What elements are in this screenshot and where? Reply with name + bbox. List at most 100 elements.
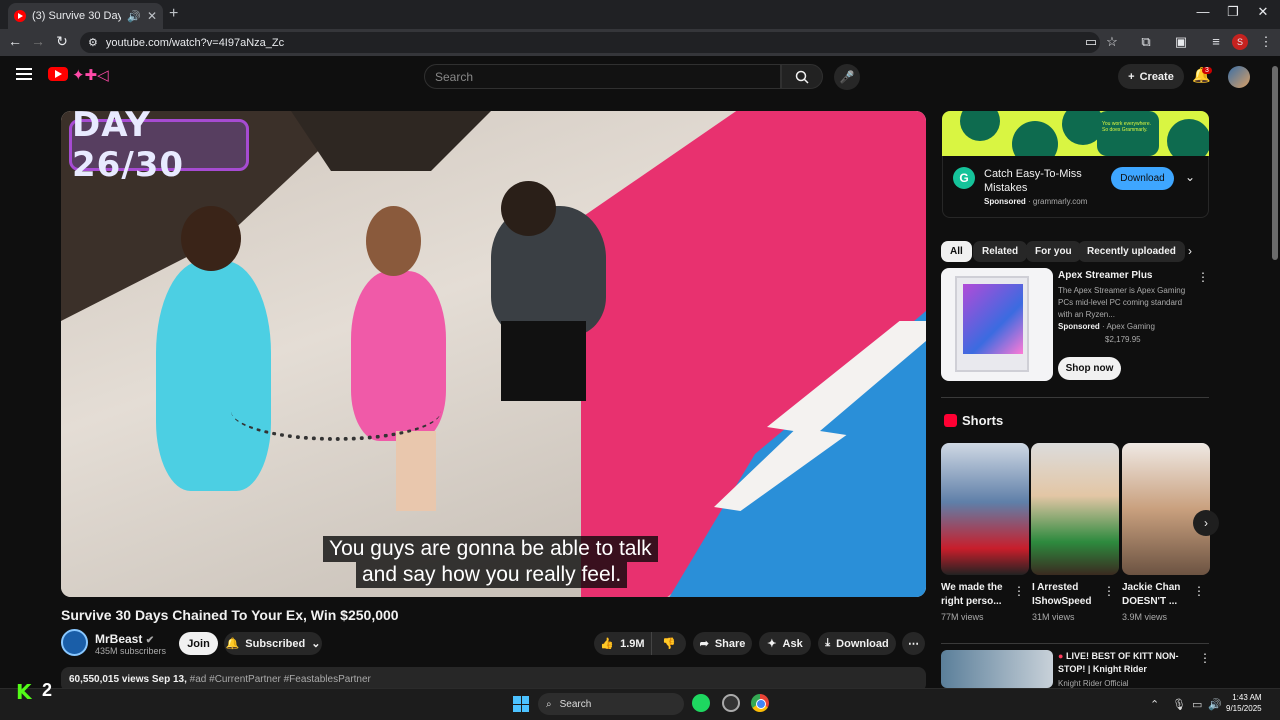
live-dot-icon: ● [1058, 651, 1064, 661]
extensions-icon[interactable]: ⧉ [1137, 34, 1155, 50]
volume-icon[interactable]: 🔊 [1208, 698, 1222, 711]
chip-for-you[interactable]: For you [1026, 241, 1081, 262]
chip-recently-uploaded[interactable]: Recently uploaded [1078, 241, 1185, 262]
tab-title: (3) Survive 30 Days Chained [32, 10, 122, 22]
video-frame-person [156, 261, 271, 491]
cast-icon[interactable]: ▭ [1082, 34, 1100, 50]
windows-start-icon[interactable] [513, 696, 529, 712]
address-bar[interactable]: ⚙ youtube.com/watch?v=4I97aNza_Zc [80, 32, 1100, 53]
account-avatar[interactable] [1228, 66, 1250, 88]
ad-banner-shape [960, 111, 1000, 141]
search-icon: ⌕ [546, 698, 552, 710]
channel-name[interactable]: MrBeast ✔ [95, 632, 154, 646]
grammarly-logo-icon[interactable]: G [953, 167, 975, 189]
voice-search-button[interactable]: 🎤 [834, 64, 860, 90]
video-frame-chain [231, 381, 441, 441]
live-video-title[interactable]: ● LIVE! BEST OF KITT NON-STOP! | Knight … [1058, 650, 1188, 676]
taskbar-search-label: Search [559, 698, 592, 710]
short-views: 31M views [1032, 612, 1075, 622]
audio-playing-icon[interactable]: 🔊 [127, 10, 141, 23]
video-player[interactable]: DAY 26/30 You guys are gonna be able to … [61, 111, 926, 597]
more-options-icon[interactable]: ⋮ [1199, 651, 1211, 665]
new-tab-button[interactable]: + [169, 5, 178, 23]
spotify-icon[interactable] [692, 694, 710, 712]
restore-icon[interactable]: ❐ [1218, 4, 1248, 20]
short-thumbnail[interactable] [941, 443, 1029, 575]
subscribed-button[interactable]: 🔔 Subscribed ⌄ [224, 632, 322, 655]
plus-icon: + [1128, 70, 1135, 83]
profile-avatar-icon[interactable]: S [1232, 34, 1248, 50]
more-options-icon[interactable]: ⋮ [1193, 584, 1205, 598]
search-button[interactable] [781, 64, 823, 89]
short-title[interactable]: Jackie Chan DOESN'T ... [1122, 581, 1190, 609]
search-input[interactable]: Search [424, 64, 781, 89]
minimize-icon[interactable]: — [1188, 4, 1218, 19]
video-frame-head [181, 206, 241, 271]
ad-banner-text: You work everywhere. So does Grammarly. [1097, 111, 1159, 156]
download-button[interactable]: ⤓ Download [818, 632, 896, 655]
ad-banner-shape [1012, 121, 1058, 156]
chip-related[interactable]: Related [973, 241, 1028, 262]
dislike-button[interactable]: 👎 [652, 632, 686, 655]
chrome-icon[interactable] [751, 694, 769, 712]
ad-title[interactable]: Catch Easy-To-Miss Mistakes [984, 167, 1104, 195]
taskbar-clock[interactable]: 1:43 AM 9/15/2025 [1226, 692, 1262, 714]
product-image[interactable] [941, 268, 1053, 381]
short-views: 3.9M views [1122, 612, 1168, 622]
short-thumbnail[interactable] [1122, 443, 1210, 575]
divider [941, 643, 1209, 644]
reading-list-icon[interactable]: ≡ [1207, 34, 1225, 49]
forward-icon[interactable]: → [28, 33, 48, 49]
obs-icon[interactable] [722, 694, 740, 712]
ad-banner-image[interactable]: You work everywhere. So does Grammarly. [942, 111, 1209, 156]
site-info-icon[interactable]: ⚙ [88, 36, 98, 49]
youtube-logo-icon[interactable] [48, 67, 68, 81]
view-count: 60,550,015 views [69, 674, 150, 685]
like-button[interactable]: 👍 1.9M [594, 632, 652, 655]
taskbar-search[interactable]: ⌕ Search [538, 693, 684, 715]
chevron-down-icon[interactable]: ⌄ [1185, 170, 1195, 184]
tab-close-icon[interactable]: ✕ [147, 9, 157, 23]
shorts-next-icon[interactable]: › [1193, 510, 1219, 536]
create-button[interactable]: + Create [1118, 64, 1184, 89]
window-close-icon[interactable]: ✕ [1248, 4, 1278, 20]
ad-download-button[interactable]: Download [1111, 167, 1174, 190]
ad-meta: Sponsored · grammarly.com [984, 197, 1088, 206]
more-options-icon[interactable]: ⋮ [1013, 584, 1025, 598]
short-thumbnail[interactable] [1031, 443, 1119, 575]
chevron-right-icon[interactable]: › [1188, 244, 1192, 258]
side-panel-icon[interactable]: ▣ [1172, 34, 1190, 50]
ask-button[interactable]: ✦ Ask [759, 632, 811, 655]
back-icon[interactable]: ← [5, 33, 25, 49]
more-options-icon[interactable]: ⋮ [1197, 270, 1209, 284]
more-actions-icon[interactable]: ⋯ [902, 632, 925, 655]
download-icon: ⤓ [825, 637, 831, 649]
scrollbar-thumb[interactable] [1272, 66, 1278, 260]
microphone-tray-icon[interactable]: 🎙 [1172, 698, 1186, 711]
sparkle-icon: ✦ [767, 638, 777, 650]
menu-icon[interactable] [16, 68, 32, 80]
chip-all[interactable]: All [941, 241, 972, 262]
ad-domain: grammarly.com [1032, 197, 1088, 206]
tray-overflow-icon[interactable]: ⌃ [1150, 698, 1159, 711]
share-button[interactable]: ➦ Share [693, 632, 752, 655]
short-title[interactable]: I Arrested IShowSpeed [1032, 581, 1100, 609]
bell-icon: 🔔 [225, 638, 240, 650]
product-title[interactable]: Apex Streamer Plus [1058, 270, 1153, 281]
shop-now-button[interactable]: Shop now [1058, 357, 1121, 380]
subscriber-count: 435M subscribers [95, 646, 167, 656]
network-icon[interactable]: ▭ [1192, 698, 1202, 711]
reload-icon[interactable]: ↻ [52, 33, 72, 50]
join-button[interactable]: Join [179, 632, 218, 655]
live-thumbnail[interactable] [941, 650, 1053, 688]
more-options-icon[interactable]: ⋮ [1103, 584, 1115, 598]
ask-label: Ask [782, 637, 803, 650]
bookmark-star-icon[interactable]: ☆ [1103, 34, 1121, 50]
browser-menu-icon[interactable]: ⋮ [1257, 34, 1275, 50]
share-label: Share [714, 637, 746, 650]
youtube-doodle-logo[interactable]: ✦✚◁ [72, 66, 109, 84]
browser-tab[interactable]: (3) Survive 30 Days Chained 🔊 ✕ [8, 3, 163, 29]
caption-line: You guys are gonna be able to talk [323, 536, 658, 562]
short-title[interactable]: We made the right perso... [941, 581, 1009, 609]
channel-avatar[interactable] [61, 629, 88, 656]
